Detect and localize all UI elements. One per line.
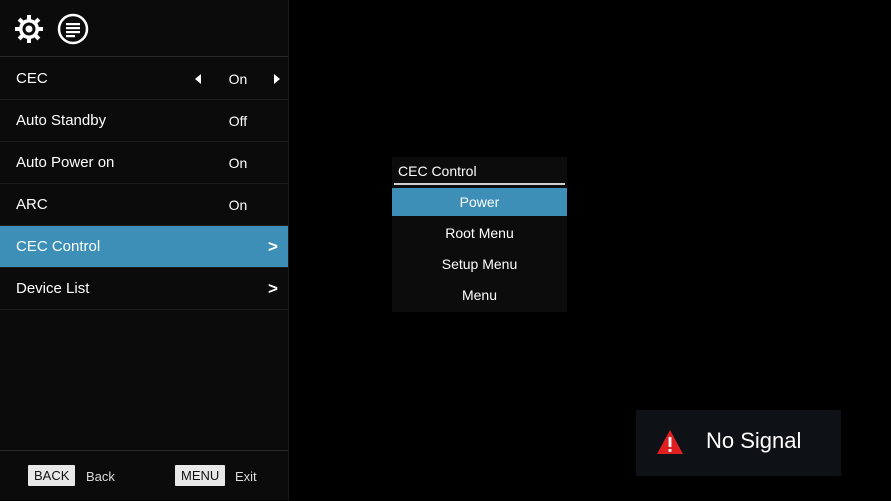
warning-icon — [656, 429, 684, 460]
submenu-title: CEC Control — [398, 163, 477, 179]
chevron-right-icon: > — [268, 236, 278, 256]
key-hint-bar: BACK Back MENU Exit — [0, 450, 288, 501]
submenu-divider — [394, 183, 565, 185]
chevron-right-icon: > — [268, 278, 278, 298]
exit-label: Exit — [235, 469, 257, 484]
menu-item-device-list[interactable]: Device List > — [0, 268, 288, 310]
no-signal-text: No Signal — [706, 428, 802, 453]
settings-menu-list: CEC On Auto Standby Off Auto Power on On… — [0, 58, 288, 310]
menu-item-label: Device List — [16, 280, 90, 297]
menu-key-button[interactable]: MENU — [175, 465, 226, 486]
menu-item-label: Auto Power on — [16, 154, 115, 171]
menu-item-label: ARC — [16, 196, 48, 213]
submenu-item-power[interactable]: Power — [392, 188, 567, 216]
no-signal-banner: No Signal — [636, 410, 841, 476]
menu-item-label: CEC Control — [16, 238, 101, 255]
arrow-left-icon[interactable] — [195, 73, 201, 84]
submenu-item-root-menu[interactable]: Root Menu — [392, 219, 567, 247]
submenu-item-setup-menu[interactable]: Setup Menu — [392, 250, 567, 278]
menu-item-arc[interactable]: ARC On — [0, 184, 288, 226]
list-icon[interactable] — [56, 12, 90, 46]
submenu-list: Power Root Menu Setup Menu Menu — [392, 188, 567, 312]
arrow-right-icon[interactable] — [274, 73, 280, 84]
menu-item-cec-control[interactable]: CEC Control > — [0, 226, 288, 268]
settings-toolbar — [0, 0, 288, 57]
menu-item-label: Auto Standby — [16, 112, 107, 129]
menu-item-cec[interactable]: CEC On — [0, 58, 288, 100]
menu-item-label: CEC — [16, 70, 48, 87]
menu-item-value: Off — [228, 112, 248, 129]
gear-icon[interactable] — [12, 12, 46, 46]
menu-item-value: On — [228, 70, 248, 87]
menu-item-value: On — [228, 196, 248, 213]
cec-control-submenu: CEC Control Power Root Menu Setup Menu M… — [392, 157, 567, 312]
back-label: Back — [86, 469, 115, 484]
back-key-button[interactable]: BACK — [28, 465, 76, 486]
menu-item-value: On — [228, 154, 248, 171]
menu-item-auto-standby[interactable]: Auto Standby Off — [0, 100, 288, 142]
settings-panel: CEC On Auto Standby Off Auto Power on On… — [0, 0, 289, 500]
menu-item-auto-power-on[interactable]: Auto Power on On — [0, 142, 288, 184]
submenu-item-menu[interactable]: Menu — [392, 281, 567, 309]
